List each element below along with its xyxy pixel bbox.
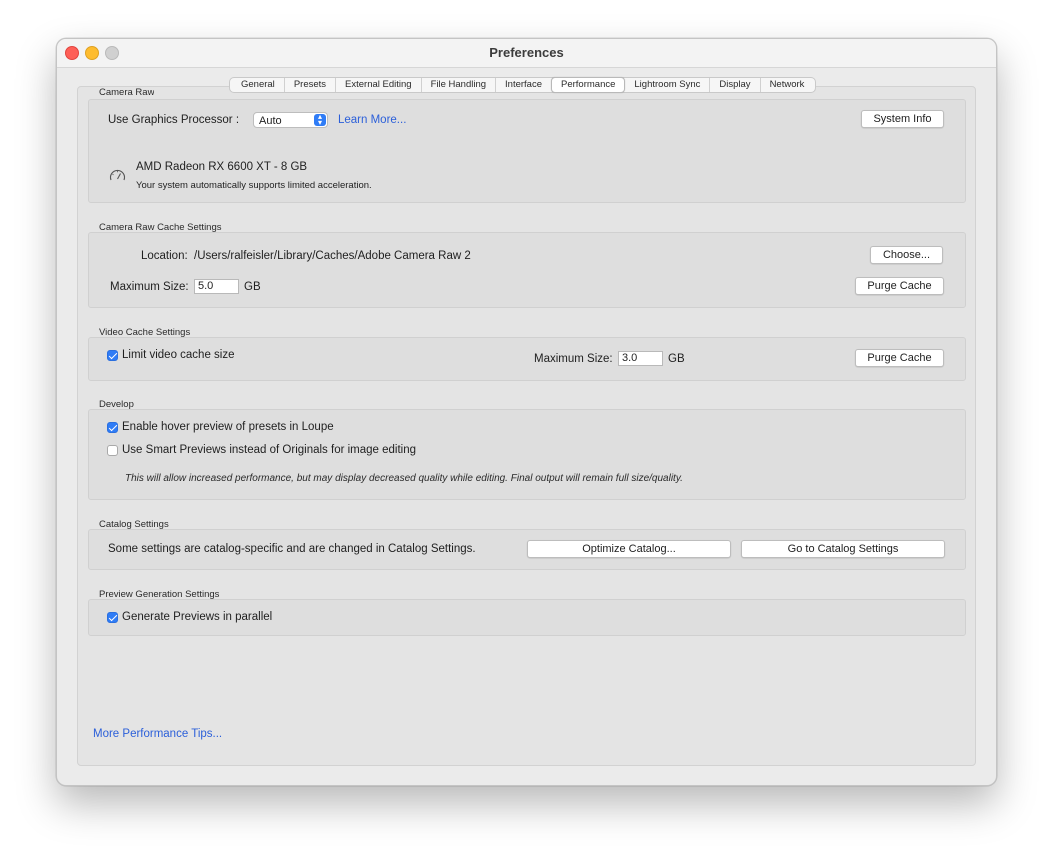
choose-button[interactable]: Choose...	[870, 246, 943, 264]
tab-external-editing[interactable]: External Editing	[335, 78, 421, 92]
hover-preview-checkbox[interactable]	[107, 422, 118, 433]
chevron-updown-icon: ▴ ▾	[314, 113, 326, 127]
gpu-select[interactable]: Auto ▴ ▾	[253, 112, 328, 128]
gpu-label: Use Graphics Processor :	[108, 114, 240, 126]
cache-max-size-label: Maximum Size:	[110, 281, 189, 293]
go-to-catalog-settings-button[interactable]: Go to Catalog Settings	[741, 540, 945, 558]
tab-network[interactable]: Network	[759, 78, 814, 92]
learn-more-link[interactable]: Learn More...	[338, 114, 406, 126]
tab-performance[interactable]: Performance	[551, 77, 626, 93]
parallel-previews-label: Generate Previews in parallel	[122, 611, 273, 623]
cache-unit: GB	[244, 281, 261, 293]
limit-video-cache-label: Limit video cache size	[122, 349, 235, 361]
catalog-description: Some settings are catalog-specific and a…	[108, 543, 476, 555]
develop-note: This will allow increased performance, b…	[125, 473, 683, 484]
camera-raw-group: Use Graphics Processor : Auto ▴ ▾ Learn M…	[88, 99, 966, 203]
smart-previews-label: Use Smart Previews instead of Originals …	[122, 444, 417, 456]
develop-group: Enable hover preview of presets in Loupe…	[88, 409, 966, 500]
tab-file-handling[interactable]: File Handling	[420, 78, 495, 92]
cache-group: Location: /Users/ralfeisler/Library/Cach…	[88, 232, 966, 308]
location-value: /Users/ralfeisler/Library/Caches/Adobe C…	[194, 250, 471, 262]
smart-previews-checkbox[interactable]	[107, 445, 118, 456]
more-performance-tips-link[interactable]: More Performance Tips...	[93, 728, 222, 740]
video-cache-group: Limit video cache size Maximum Size: GB …	[88, 337, 966, 381]
preview-group: Generate Previews in parallel	[88, 599, 966, 636]
location-label: Location:	[141, 250, 188, 262]
speedometer-icon	[109, 169, 126, 181]
video-max-size-label: Maximum Size:	[534, 353, 613, 365]
hover-preview-label: Enable hover preview of presets in Loupe	[122, 421, 334, 433]
tab-presets[interactable]: Presets	[283, 78, 335, 92]
gpu-select-value: Auto	[259, 115, 282, 127]
tab-display[interactable]: Display	[709, 78, 759, 92]
video-max-size-input[interactable]	[618, 351, 663, 366]
cache-purge-button[interactable]: Purge Cache	[855, 277, 944, 295]
limit-video-cache-checkbox[interactable]	[107, 350, 118, 361]
video-unit: GB	[668, 353, 685, 365]
tab-lightroom-sync[interactable]: Lightroom Sync	[625, 78, 709, 92]
window-title: Preferences	[489, 45, 564, 60]
tab-interface[interactable]: Interface	[495, 78, 551, 92]
camera-raw-section-label: Camera Raw	[99, 88, 155, 97]
title-bar: Preferences	[57, 39, 996, 68]
preferences-window: Preferences General Presets External Edi…	[56, 38, 997, 786]
gpu-status: Your system automatically supports limit…	[136, 180, 372, 191]
catalog-group: Some settings are catalog-specific and a…	[88, 529, 966, 570]
video-purge-button[interactable]: Purge Cache	[855, 349, 944, 367]
tab-general[interactable]: General	[232, 78, 284, 92]
preferences-tab-bar: General Presets External Editing File Ha…	[229, 77, 817, 93]
optimize-catalog-button[interactable]: Optimize Catalog...	[527, 540, 731, 558]
parallel-previews-checkbox[interactable]	[107, 612, 118, 623]
cache-max-size-input[interactable]	[194, 279, 239, 294]
system-info-button[interactable]: System Info	[861, 110, 944, 128]
gpu-name: AMD Radeon RX 6600 XT - 8 GB	[136, 161, 308, 173]
